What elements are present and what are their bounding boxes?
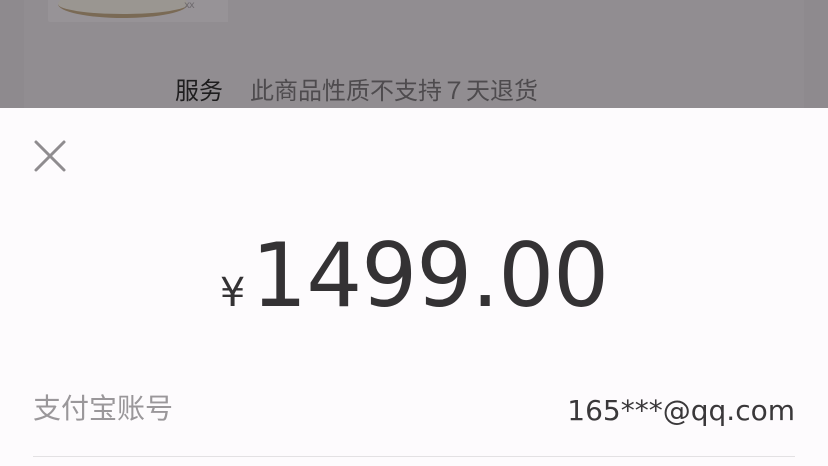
amount-value: 1499.00 [251, 224, 609, 327]
thumbnail-mark: ⅹⅹ [184, 0, 195, 11]
close-icon [34, 140, 66, 172]
payment-amount: ¥1499.00 [0, 226, 828, 326]
currency-symbol: ¥ [219, 270, 246, 316]
account-value: 165***@qq.com [567, 394, 795, 427]
payment-sheet: ¥1499.00 支付宝账号 165***@qq.com [0, 108, 828, 466]
close-button[interactable] [30, 136, 70, 176]
service-value: 此商品性质不支持７天退货 [250, 77, 538, 105]
divider [33, 456, 795, 457]
service-label: 服务 [175, 77, 223, 105]
account-row[interactable]: 支付宝账号 165***@qq.com [33, 378, 795, 458]
background-page: ⅹⅹ 服务 此商品性质不支持７天退货 [0, 0, 828, 108]
product-thumbnail [48, 0, 228, 22]
product-image [58, 0, 188, 18]
account-label: 支付宝账号 [33, 392, 174, 425]
